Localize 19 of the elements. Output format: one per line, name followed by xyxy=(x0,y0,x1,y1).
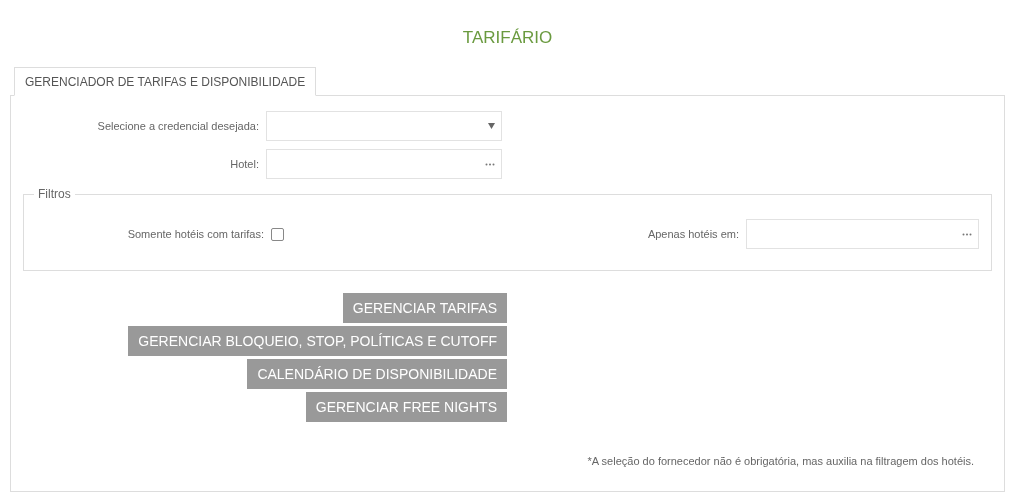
more-icon xyxy=(962,232,972,236)
action-button[interactable]: GERENCIAR BLOQUEIO, STOP, POLÍTICAS E CUTOFF xyxy=(128,326,507,356)
filters-legend: Filtros xyxy=(34,187,75,201)
credential-select[interactable] xyxy=(266,111,502,141)
action-button[interactable]: GERENCIAR TARIFAS xyxy=(342,293,507,323)
caret-icon xyxy=(488,123,495,129)
location-field[interactable] xyxy=(746,219,979,249)
page-title: TARIFÁRIO xyxy=(461,27,554,49)
field-label: Apenas hotéis em: xyxy=(646,228,739,240)
more-icon xyxy=(485,162,495,166)
field-label: Selecione a credencial desejada: xyxy=(96,120,259,132)
action-button[interactable]: CALENDÁRIO DE DISPONIBILIDADE xyxy=(247,359,507,389)
field-label: Hotel: xyxy=(229,158,259,170)
action-button[interactable]: GERENCIAR FREE NIGHTS xyxy=(305,392,507,422)
footnote: *A seleção do fornecedor não é obrigatória, mas auxilia na filtragem dos hotéis. xyxy=(586,455,974,467)
tab[interactable]: GERENCIADOR DE TARIFAS E DISPONIBILIDADE xyxy=(14,67,317,96)
checkbox[interactable] xyxy=(271,227,284,241)
checkbox-label: Somente hotéis com tarifas: xyxy=(126,228,264,240)
hotel-field[interactable] xyxy=(266,149,502,179)
